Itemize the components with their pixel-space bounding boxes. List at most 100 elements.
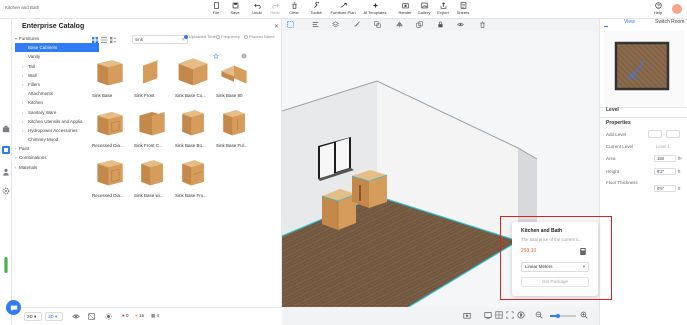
measure-icon[interactable] [354,21,361,28]
screenshot-icon[interactable] [484,311,492,319]
view-2d-select[interactable]: 2D ▾ [24,312,42,321]
tree-item[interactable]: › Paint [15,144,99,153]
tree-item[interactable]: › Kitchen [15,98,99,107]
warning-count[interactable]: ● 15 [135,313,144,318]
grid-view-icon[interactable] [92,37,98,43]
select-tool-icon[interactable] [287,21,294,28]
product-card[interactable]: Sink Base wi... [134,153,172,198]
zoom-slider-knob[interactable] [556,313,560,318]
product-thumbnail [97,160,123,186]
delete-icon[interactable] [479,21,486,28]
area-input[interactable]: 180 [654,155,676,162]
align-icon[interactable] [312,21,319,28]
error-count[interactable]: ● 0 [122,313,129,318]
tree-item[interactable]: ▾ Furnitures [15,34,99,43]
product-card[interactable]: Sink Base Fro... [175,153,213,198]
search-input[interactable]: sink ✕ [132,35,188,44]
radio-icon [184,35,188,39]
help-button[interactable]: Help [647,2,669,18]
view-controls [455,308,599,325]
tree-item[interactable]: › Tall [15,62,99,71]
tree-item[interactable]: › Fillers [15,80,99,89]
gear-icon[interactable] [2,187,10,195]
cabinet-nav-icon[interactable] [2,146,10,154]
chat-icon [10,305,17,311]
add-level-button[interactable] [648,130,662,138]
product-card[interactable]: Sink Front [134,53,172,98]
top-toolbar: Kitchen and Bath File Save Undo Redo Cle… [0,0,687,19]
sink-base-cabinet [321,189,357,230]
product-card[interactable]: Recessed Dia... [92,103,130,148]
list-view-icon[interactable] [101,37,107,43]
product-thumbnail [182,110,204,136]
tab-switch-room[interactable]: Switch Room [655,19,684,25]
close-icon[interactable]: ✕ [274,23,279,30]
tree-item-selected[interactable]: Base Cabinets [15,43,99,53]
sort-option-frequency[interactable]: Frequency [216,34,240,40]
product-card[interactable]: Sink Base Co... [175,53,213,98]
item-count[interactable]: ▦ 4 [151,313,159,319]
tree-item[interactable]: Vanity [15,52,99,61]
info-icon[interactable] [241,53,247,59]
wireframe-icon[interactable] [88,313,95,320]
toolkit-icon [313,2,319,8]
tree-item[interactable]: › Combinations [15,153,99,162]
minimap[interactable] [604,31,684,106]
product-card[interactable]: Sink Base [92,53,130,98]
favorite-icon[interactable] [213,53,219,59]
zoom-in-icon[interactable] [580,311,588,319]
sort-option-name[interactable]: Product Name [244,34,275,40]
compass-icon[interactable] [517,311,525,319]
ai-templates-button[interactable]: AI Templates [361,2,389,18]
product-card[interactable]: Sink Base Ful... [216,103,254,148]
fit-view-icon[interactable] [506,311,514,319]
grid-toggle-icon[interactable] [495,311,503,319]
help-icon [654,2,662,9]
clear-button[interactable]: Clear [283,2,305,18]
mirror-icon[interactable] [396,21,403,28]
hide-icon[interactable] [457,21,464,28]
product-card[interactable]: Sink Base 90 [216,53,254,98]
sheets-button[interactable]: Sheets [452,2,474,18]
eye-icon[interactable] [72,313,80,320]
tree-item[interactable]: › Kitchen Utensils and Applia [15,117,99,126]
collapse-handle-icon[interactable] [2,257,10,273]
detail-view-icon[interactable] [110,37,116,43]
ai-templates-icon [372,2,378,9]
save-button[interactable]: Save [224,2,246,18]
chat-support-button[interactable] [6,300,21,315]
camera-icon[interactable] [463,311,471,319]
height-input[interactable]: 8'2" [654,168,676,175]
tree-item[interactable]: › Wall [15,71,99,80]
person-nav-icon[interactable] [2,168,10,176]
tree-item[interactable]: › Hydropower Accessories [15,126,99,135]
copy-icon[interactable] [416,21,423,28]
product-card[interactable]: Sink Front C... [134,103,172,148]
floor-thickness-input[interactable]: 0'5" [654,185,676,192]
current-level-value: Level 1 [656,144,670,149]
zoom-slider[interactable] [550,313,576,318]
avatar[interactable] [672,4,682,14]
lock-icon[interactable] [437,21,444,28]
highlight-box [500,216,612,300]
tree-item[interactable]: › Materials [15,163,99,172]
zoom-out-icon[interactable] [535,311,543,319]
tab-view[interactable]: View [624,19,635,25]
product-card[interactable]: Sink Base Bo... [175,103,213,148]
radio-icon [216,35,220,39]
furniture-plan-button[interactable]: Furniture Plan [328,2,358,18]
tree-item[interactable]: Attachments [15,89,99,98]
toolkit-button[interactable]: Toolkit [305,2,327,18]
add-basement-button[interactable] [666,130,680,138]
sort-option-uploaded[interactable]: Uploaded Time [184,34,216,40]
catalog-nav-icon[interactable] [2,125,10,133]
group-icon[interactable] [374,21,381,28]
tree-item[interactable]: › Sanitary Ware [15,108,99,117]
export-button[interactable]: Export [432,2,454,18]
left-rail [0,19,12,325]
view-3d-select[interactable]: 3D ▾ [45,312,63,321]
product-card[interactable]: Recessed Dia... [92,153,130,198]
tree-item[interactable]: Chimney Mood [15,135,99,144]
layers-icon[interactable] [332,21,339,28]
sun-icon[interactable] [105,313,112,320]
